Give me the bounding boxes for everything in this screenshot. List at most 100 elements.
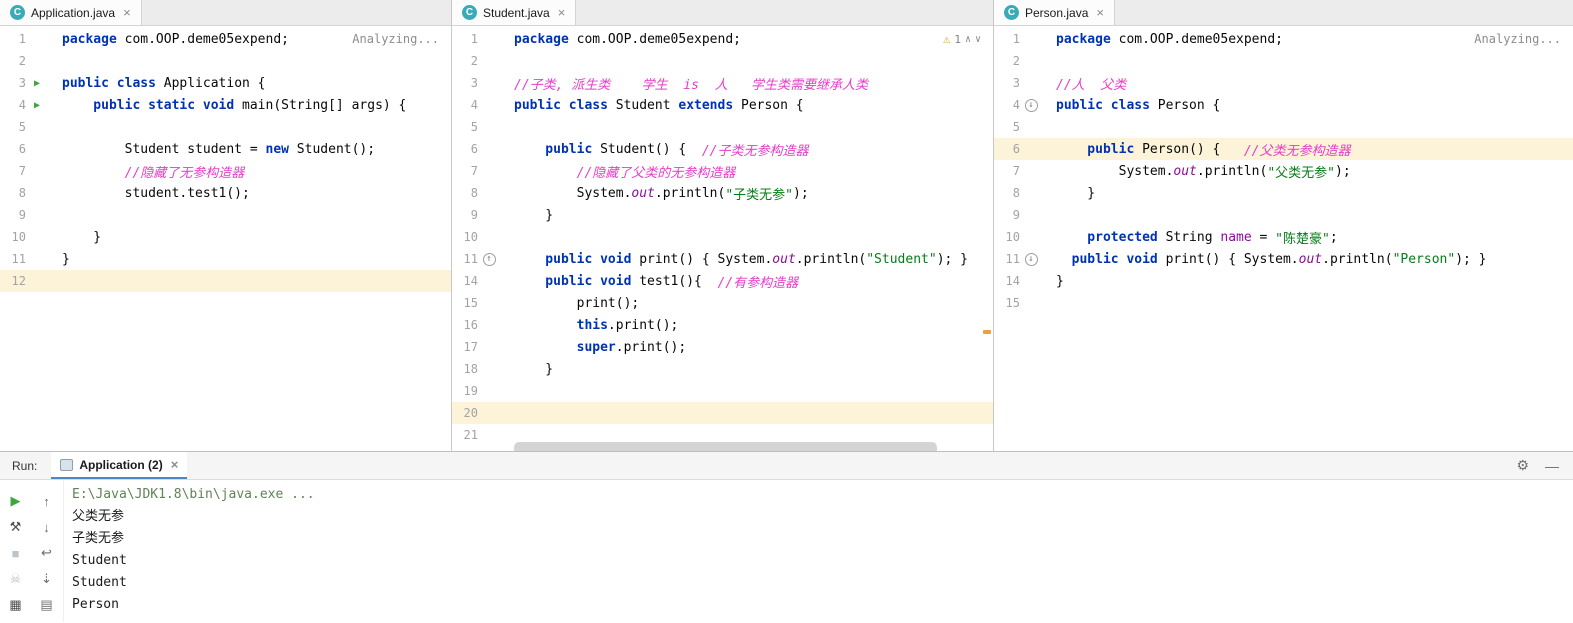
down-stack-trace-icon[interactable]: ↓ [31, 514, 62, 540]
code-line[interactable]: 8 student.test1(); [0, 182, 451, 204]
next-problem-icon[interactable]: ∨ [975, 34, 981, 45]
close-icon[interactable]: × [171, 457, 179, 472]
code-line[interactable]: 1 package com.OOP.deme05expend; Analyzing.… [994, 28, 1573, 50]
gutter[interactable]: 15 [994, 296, 1056, 310]
code-line[interactable]: 5 [452, 116, 993, 138]
code-line[interactable]: 3 //子类, 派生类 学生 is 人 学生类需要继承人类 [452, 72, 993, 94]
code-line[interactable]: 6 Student student = new Student(); [0, 138, 451, 160]
gutter[interactable]: 4 ↓ [994, 98, 1056, 112]
code-line[interactable]: 15 [994, 292, 1573, 314]
overridden-method-icon[interactable]: ↓ [1024, 252, 1038, 266]
gutter[interactable]: 12 [0, 274, 62, 288]
gutter[interactable]: 10 [0, 230, 62, 244]
up-stack-trace-icon[interactable]: ↑ [31, 488, 62, 514]
code-line[interactable]: 9 [0, 204, 451, 226]
close-icon[interactable]: × [558, 5, 566, 20]
run-line-icon[interactable]: ▶ [34, 100, 40, 111]
overrides-method-icon[interactable]: ↑ [482, 252, 496, 266]
overridden-method-icon[interactable]: ↓ [1024, 98, 1038, 112]
code-line[interactable]: 8 System. out .println("子类无参"); [452, 182, 993, 204]
code-line[interactable]: 2 [994, 50, 1573, 72]
inspection-widget[interactable]: ⚠ 1 ∧ ∨ [943, 32, 981, 46]
code-line[interactable]: 2 [452, 50, 993, 72]
code-line[interactable]: 2 [0, 50, 451, 72]
code-line[interactable]: 4 public class Student extends Person { [452, 94, 993, 116]
tool-windows-icon[interactable]: ▦ [0, 592, 31, 618]
gutter[interactable]: 11 ↑ [452, 252, 514, 266]
gutter[interactable]: 11 ↓ [994, 252, 1056, 266]
gutter[interactable]: 7 [0, 164, 62, 178]
code-line[interactable]: 11 ↓ public void print() { System. out .pri… [994, 248, 1573, 270]
code-line[interactable]: 6 public Person() { //父类无参构造器 [994, 138, 1573, 160]
gutter[interactable]: 18 [452, 362, 514, 376]
code-line[interactable]: 4 ↓ public class Person { [994, 94, 1573, 116]
gutter[interactable]: 8 [994, 186, 1056, 200]
close-icon[interactable]: × [123, 5, 131, 20]
code-line[interactable]: 14} [994, 270, 1573, 292]
code-line[interactable]: 11 ↑ public void print() { System. out .pri… [452, 248, 993, 270]
gutter[interactable]: 11 [0, 252, 62, 266]
gutter[interactable]: 3 [994, 76, 1056, 90]
gutter[interactable]: 14 [452, 274, 514, 288]
close-icon[interactable]: × [1096, 5, 1104, 20]
code-line[interactable]: 19 [452, 380, 993, 402]
gutter[interactable]: 5 [994, 120, 1056, 134]
gutter[interactable]: 6 [0, 142, 62, 156]
tab-student-java[interactable]: C Student.java × [452, 0, 577, 25]
code-line[interactable]: 15 print(); [452, 292, 993, 314]
code-line[interactable]: 1 package com.OOP.deme05expend; ⚠ 1 ∧ ∨ [452, 28, 993, 50]
gutter[interactable]: 3 [452, 76, 514, 90]
run-tab-application[interactable]: Application (2) × [51, 452, 188, 479]
gutter[interactable]: 6 [452, 142, 514, 156]
gutter[interactable]: 8 [452, 186, 514, 200]
code-line[interactable]: 3 ▶ public class Application { [0, 72, 451, 94]
code-line[interactable]: 16 this .print(); [452, 314, 993, 336]
code-line[interactable]: 10 [452, 226, 993, 248]
gutter[interactable]: 17 [452, 340, 514, 354]
stop-icon[interactable]: ■ [0, 540, 31, 566]
run-line-icon[interactable]: ▶ [34, 78, 40, 89]
code-line[interactable]: 4 ▶ public static void main(String[] args… [0, 94, 451, 116]
code-line[interactable]: 5 [994, 116, 1573, 138]
code-line[interactable]: 17 super .print(); [452, 336, 993, 358]
code-editor-student[interactable]: 1 package com.OOP.deme05expend; ⚠ 1 ∧ ∨ 2 3//子类… [452, 26, 993, 446]
kill-process-icon[interactable]: ☠ [0, 566, 31, 592]
code-editor-application[interactable]: 1 package com.OOP.deme05expend; Analyzing.… [0, 26, 451, 292]
code-line[interactable]: 10 protected String name = "陈楚豪"; [994, 226, 1573, 248]
gutter[interactable]: 9 [452, 208, 514, 222]
code-line[interactable]: 20 [452, 402, 993, 424]
code-editor-person[interactable]: 1 package com.OOP.deme05expend; Analyzing.… [994, 26, 1573, 314]
code-line[interactable]: 1 package com.OOP.deme05expend; Analyzing.… [0, 28, 451, 50]
gutter[interactable]: 10 [452, 230, 514, 244]
prev-problem-icon[interactable]: ∧ [965, 34, 971, 45]
gutter[interactable]: 7 [452, 164, 514, 178]
code-line[interactable]: 9 [994, 204, 1573, 226]
scrollbar-warning-mark[interactable] [983, 330, 991, 334]
gutter[interactable]: 8 [0, 186, 62, 200]
code-line[interactable]: 12 [0, 270, 451, 292]
tab-application-java[interactable]: C Application.java × [0, 0, 142, 25]
hide-panel-icon[interactable]: — [1545, 458, 1559, 474]
gutter[interactable]: 3 ▶ [0, 76, 62, 90]
code-line[interactable]: 14 public void test1(){ //有参构造器 [452, 270, 993, 292]
code-line[interactable]: 18 } [452, 358, 993, 380]
gutter[interactable]: 20 [452, 406, 514, 420]
rerun-icon[interactable]: ▶ [0, 488, 31, 514]
print-icon[interactable]: ▤ [31, 592, 62, 618]
gutter[interactable]: 19 [452, 384, 514, 398]
code-line[interactable]: 8 } [994, 182, 1573, 204]
gutter[interactable]: 14 [994, 274, 1056, 288]
code-line[interactable]: 9 } [452, 204, 993, 226]
gutter[interactable]: 7 [994, 164, 1056, 178]
code-line[interactable]: 5 [0, 116, 451, 138]
code-line[interactable]: 7 //隐藏了无参构造器 [0, 160, 451, 182]
code-line[interactable]: 3 //人 父类 [994, 72, 1573, 94]
console-output[interactable]: E:\Java\JDK1.8\bin\java.exe ... 父类无参 子类无参 S… [64, 480, 1573, 622]
code-line[interactable]: 10 } [0, 226, 451, 248]
code-line[interactable]: 7 //隐藏了父类的无参构造器 [452, 160, 993, 182]
settings-gear-icon[interactable]: ⚙ [1516, 457, 1529, 474]
gutter[interactable]: 16 [452, 318, 514, 332]
gutter[interactable]: 1 [994, 32, 1056, 46]
gutter[interactable]: 6 [994, 142, 1056, 156]
gutter[interactable]: 9 [0, 208, 62, 222]
